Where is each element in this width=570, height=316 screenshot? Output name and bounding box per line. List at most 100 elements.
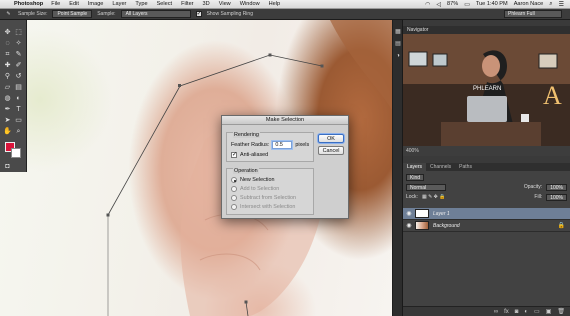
eyedropper-tool-icon[interactable]: ✎ (4, 10, 13, 19)
navigator-logo-text: PHLEARN (473, 86, 501, 92)
menu-filter[interactable]: Filter (181, 1, 193, 7)
navigator-zoom[interactable]: 400% (403, 146, 570, 156)
cancel-button[interactable]: Cancel (318, 146, 344, 155)
layer-thumbnail (415, 221, 429, 230)
lasso-tool-icon[interactable]: ◌ (3, 39, 12, 48)
intersect-with-selection-radio (231, 204, 237, 210)
gradient-tool-icon[interactable]: ▤ (14, 83, 23, 92)
blur-tool-icon[interactable]: ◍ (3, 94, 12, 103)
menu-edit[interactable]: Edit (69, 1, 79, 7)
pen-tool-icon[interactable]: ✒ (3, 105, 12, 114)
anchor-point (178, 84, 181, 87)
menubar-clock[interactable]: Tue 1:40 PM (476, 1, 508, 7)
shape-tool-icon[interactable]: ▭ (14, 116, 23, 125)
quick-mask-icon[interactable]: ◘ (3, 162, 12, 171)
tab-layers[interactable]: Layers (403, 163, 427, 171)
menu-view[interactable]: View (219, 1, 231, 7)
sample-size-label: Sample Size: (18, 11, 48, 17)
wifi-icon[interactable]: ◠ (425, 1, 430, 8)
dialog-title[interactable]: Make Selection (222, 116, 348, 125)
adjustments-panel-icon[interactable]: ◑ (394, 52, 402, 60)
workspace-select[interactable]: Phlearn Full (504, 10, 562, 18)
menu-3d[interactable]: 3D (203, 1, 210, 7)
antialiased-checkbox[interactable] (231, 151, 237, 158)
new-layer-icon[interactable]: ▣ (546, 308, 552, 315)
notification-center-icon[interactable]: ☰ (559, 1, 564, 8)
layer-row[interactable]: ◉ Layer 1 (403, 208, 570, 220)
right-panel-dock: ▦ ▤ ◑ Navigator A PHLEARN 400% Layers Ch… (392, 20, 570, 316)
blend-opacity-row: Normal Opacity: 100% (403, 182, 570, 192)
eyedropper-tool-icon[interactable]: ✎ (14, 50, 23, 59)
feather-unit-label: pixels (295, 142, 310, 148)
visibility-eye-icon[interactable]: ◉ (403, 222, 415, 229)
fill-input[interactable]: 100% (546, 193, 567, 201)
show-sampling-ring-checkbox[interactable] (195, 10, 202, 17)
layer-name[interactable]: Layer 1 (433, 211, 450, 217)
menu-help[interactable]: Help (269, 1, 281, 7)
volume-icon[interactable]: ◁ (436, 1, 441, 8)
crop-tool-icon[interactable]: ⌗ (3, 50, 12, 59)
add-to-selection-label: Add to Selection (240, 186, 280, 192)
add-to-selection-radio (231, 186, 237, 192)
eraser-tool-icon[interactable]: ▱ (3, 83, 12, 92)
brush-tool-icon[interactable]: ✐ (14, 61, 23, 70)
feather-radius-label: Feather Radius: (231, 142, 270, 148)
app-menu-photoshop[interactable]: Photoshop (14, 1, 43, 7)
menu-file[interactable]: File (51, 1, 60, 7)
menu-type[interactable]: Type (135, 1, 147, 7)
menu-window[interactable]: Window (240, 1, 260, 7)
layer-style-icon[interactable]: fx (504, 309, 509, 315)
dodge-tool-icon[interactable]: ◐ (14, 94, 23, 103)
navigator-letter: A (543, 81, 562, 110)
rendering-group: Rendering Feather Radius: 0.5 pixels Ant… (226, 132, 314, 162)
background-color-swatch[interactable] (11, 148, 21, 158)
make-selection-dialog: Make Selection Rendering Feather Radius:… (221, 115, 349, 219)
delete-layer-icon[interactable]: 🗑 (557, 308, 565, 315)
layer-row[interactable]: ◉ Background 🔒 (403, 220, 570, 232)
healing-brush-tool-icon[interactable]: ✚ (3, 61, 12, 70)
antialiased-row: Anti-aliased (231, 151, 269, 158)
link-layers-icon[interactable]: ∞ (494, 309, 498, 315)
type-tool-icon[interactable]: T (14, 105, 23, 114)
quick-selection-tool-icon[interactable]: ✧ (14, 39, 23, 48)
layer-name[interactable]: Background (433, 223, 460, 229)
history-panel-icon[interactable]: ▦ (394, 28, 402, 36)
feather-radius-input[interactable]: 0.5 (272, 141, 293, 149)
new-group-icon[interactable]: ▭ (534, 308, 540, 315)
sample-select[interactable]: All Layers (120, 10, 191, 18)
clone-stamp-tool-icon[interactable]: ⚲ (3, 72, 12, 81)
ok-button[interactable]: OK (318, 134, 344, 143)
sample-size-select[interactable]: Point Sample (52, 10, 93, 18)
navigator-preview[interactable]: A PHLEARN (403, 34, 570, 146)
zoom-tool-icon[interactable]: ⌕ (14, 127, 23, 136)
history-brush-tool-icon[interactable]: ↺ (14, 72, 23, 81)
path-selection-tool-icon[interactable]: ➤ (3, 116, 12, 125)
lock-options-icons[interactable]: ▦ ✎ ✥ 🔒 (422, 194, 446, 200)
menu-layer[interactable]: Layer (112, 1, 126, 7)
layer-filter-kind-select[interactable]: Kind (406, 173, 425, 181)
sample-label: Sample: (97, 11, 116, 17)
tab-paths[interactable]: Paths (455, 163, 476, 171)
new-selection-option[interactable]: New Selection (231, 177, 274, 183)
menu-select[interactable]: Select (157, 1, 173, 7)
move-tool-icon[interactable]: ✥ (3, 28, 12, 37)
spotlight-search-icon[interactable]: ⌕ (549, 1, 552, 8)
hand-tool-icon[interactable]: ✋ (3, 127, 12, 136)
anchor-point (268, 53, 272, 57)
marquee-tool-icon[interactable]: ⬚ (14, 28, 23, 37)
add-mask-icon[interactable]: ◙ (515, 309, 519, 315)
subtract-from-selection-option: Subtract from Selection (231, 195, 296, 201)
visibility-eye-icon[interactable]: ◉ (403, 210, 415, 217)
battery-icon[interactable]: ▭ (464, 1, 470, 8)
battery-percent[interactable]: 87% (447, 1, 458, 7)
adjustment-layer-icon[interactable]: ◐ (524, 309, 528, 315)
opacity-input[interactable]: 100% (546, 183, 567, 191)
menu-image[interactable]: Image (88, 1, 104, 7)
new-selection-radio[interactable] (231, 177, 237, 183)
antialiased-label: Anti-aliased (240, 152, 269, 158)
menubar-user[interactable]: Aaron Nace (514, 1, 544, 7)
navigator-title[interactable]: Navigator (403, 26, 570, 34)
properties-panel-icon[interactable]: ▤ (394, 40, 402, 48)
blend-mode-select[interactable]: Normal (406, 183, 446, 191)
tab-channels[interactable]: Channels (426, 163, 455, 171)
